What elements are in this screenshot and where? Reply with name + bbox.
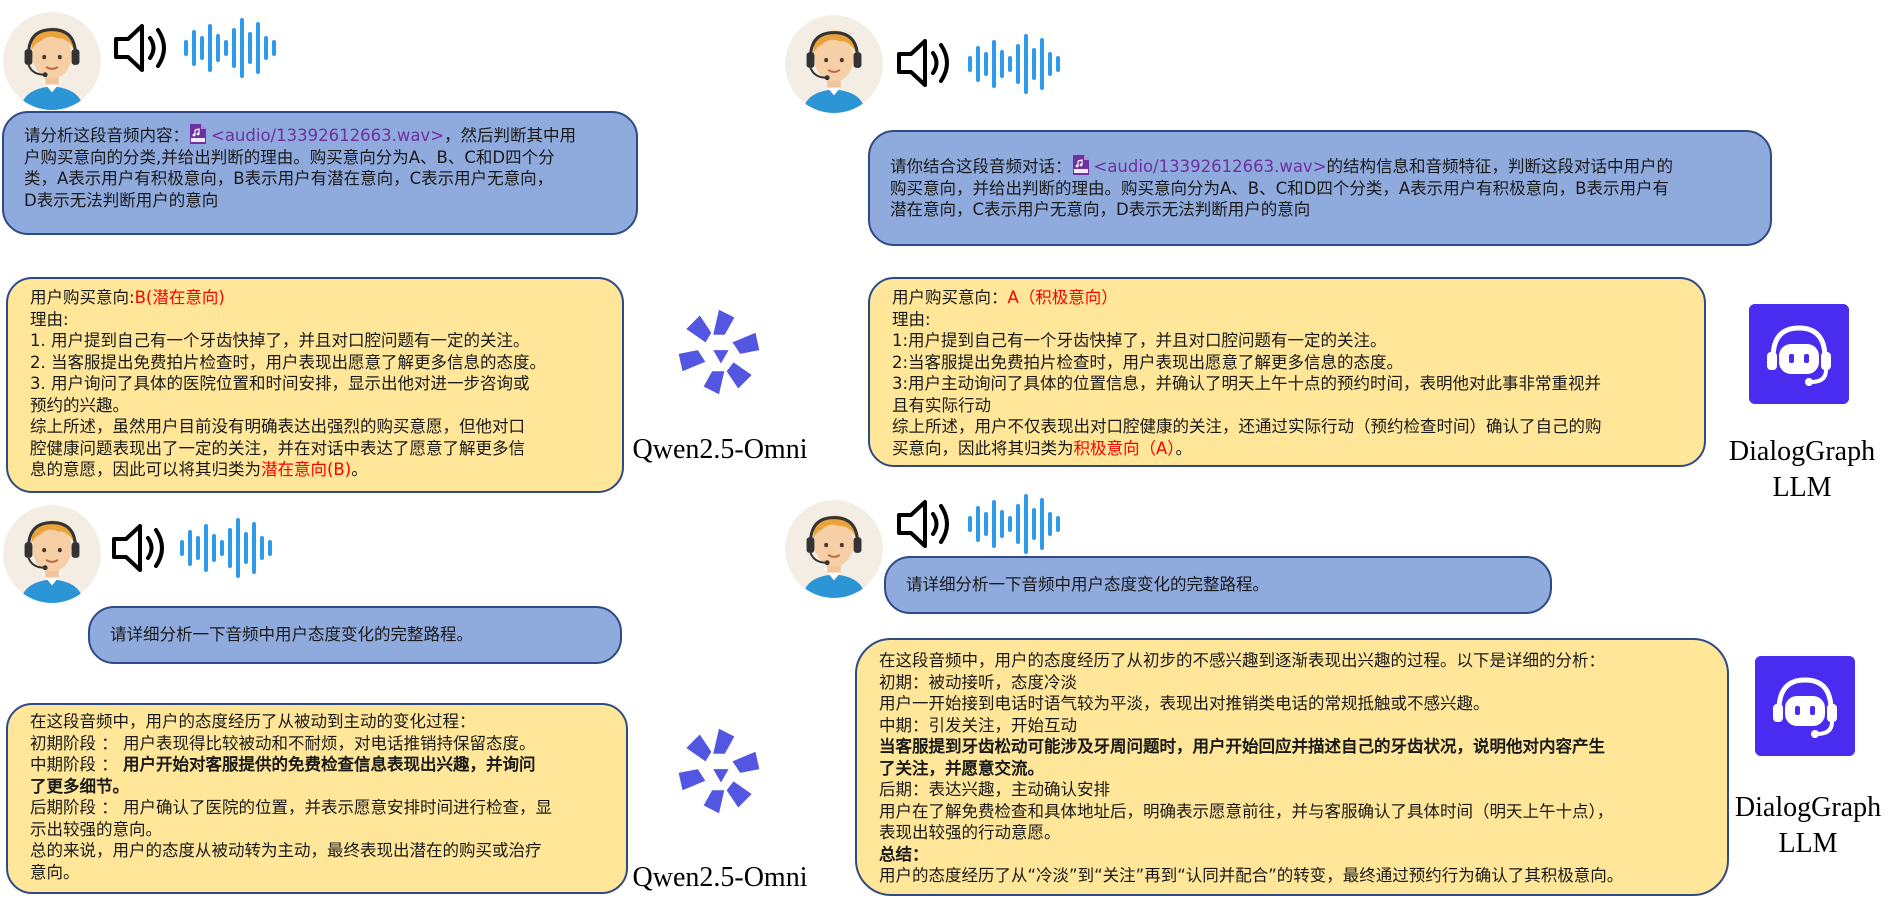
answer-summary-label: 总结：	[879, 844, 929, 864]
question-bubble: 请分析这段音频内容： <audio/13392612663.wav>，然后判断其中…	[2, 111, 638, 235]
dialoggraph-logo-icon	[1755, 656, 1855, 756]
answer-line: 且有实际行动	[892, 395, 991, 415]
question-prefix: 请你结合这段音频对话：	[890, 157, 1072, 176]
answer-line: 表现出较强的行动意愿。	[879, 823, 1061, 842]
answer-line: 综上所述，用户不仅表现出对口腔健康的关注，还通过实际行动（预约检查时间）确认了自…	[892, 417, 1602, 436]
model-label-dialoggraph: DialogGraph LLM	[1720, 790, 1896, 862]
speaker-icon[interactable]	[110, 520, 170, 576]
speaker-icon[interactable]	[895, 496, 955, 552]
audio-waveform-icon[interactable]	[178, 518, 278, 578]
intent-label: 用户购买意向：	[892, 288, 1008, 307]
answer-line: 总的来说，用户的态度从被动转为主动，最终表现出潜在的购买或治疗	[30, 841, 542, 860]
answer-line: 1. 用户提到自己有一个牙齿快掉了，并且对口腔问题有一定的关注。	[30, 331, 530, 350]
answer-line: 初期阶段 ： 用户表现得比较被动和不耐烦，对电话推销持保留态度。	[30, 733, 536, 753]
question-bubble: 请你结合这段音频对话： <audio/13392612663.wav>的结构信息和…	[868, 130, 1772, 246]
dialoggraph-logo-icon	[1749, 304, 1849, 404]
answer-bold: 当客服提到牙齿松动可能涉及牙周问题时，用户开始回应并描述自己的牙齿状况，说明他对…	[879, 737, 1605, 756]
speaker-icon[interactable]	[112, 20, 172, 76]
model-label-line: DialogGraph	[1728, 436, 1876, 467]
answer-bubble: 在这段音频中，用户的态度经历了从初步的不感兴趣到逐渐表现出兴趣的过程。以下是详细…	[855, 638, 1729, 896]
speaker-icon[interactable]	[895, 35, 955, 91]
question-line: 潜在意向，C表示用户无意向，D表示无法判断用户的意向	[890, 200, 1311, 219]
answer-line: 用户的态度经历了从“冷淡”到“关注”再到“认同并配合”的转变，最终通过预约行为确…	[879, 866, 1624, 885]
model-label-dialoggraph: DialogGraph LLM	[1714, 434, 1890, 506]
answer-bubble: 用户购买意向：A（积极意向） 理由: 1:用户提到自己有一个牙齿快掉了，并且对口…	[868, 277, 1706, 467]
audio-file-link[interactable]: <audio/13392612663.wav>	[1094, 157, 1327, 176]
answer-line: 后期：表达兴趣，主动确认安排	[879, 780, 1110, 799]
wav-file-icon[interactable]	[189, 123, 207, 145]
model-label-line: LLM	[1778, 828, 1838, 859]
answer-line: 示出较强的意向。	[30, 819, 162, 839]
answer-last-suffix: 。	[1175, 438, 1193, 458]
answer-line: 3:用户主动询问了具体的位置信息，并确认了明天上午十点的预约时间，表明他对此事非…	[892, 374, 1602, 393]
audio-file-link[interactable]: <audio/13392612663.wav>	[211, 126, 444, 145]
model-label-line: LLM	[1772, 472, 1832, 503]
question-line1-suffix: ，然后判断其中用	[444, 126, 577, 145]
question-line: 户购买意向的分类,并给出判断的理由。购买意向分为A、B、C和D四个分	[24, 147, 555, 167]
intent-label: 用户购买意向:	[30, 288, 135, 307]
answer-line: 2:当客服提出免费拍片检查时，用户表现出愿意了解更多信息的态度。	[892, 352, 1404, 372]
agent-avatar-icon	[3, 505, 101, 603]
model-label-qwen: Qwen2.5-Omni	[632, 862, 808, 893]
question-prefix: 请分析这段音频内容：	[24, 126, 189, 145]
intent-value: A（积极意向）	[1007, 288, 1118, 307]
answer-line: 中期：引发关注，开始互动	[879, 715, 1077, 735]
answer-line: 意向。	[30, 862, 80, 882]
question-bubble: 请详细分析一下音频中用户态度变化的完整路程。	[884, 556, 1552, 614]
answer-last-suffix: 。	[351, 460, 368, 479]
question-text: 请详细分析一下音频中用户态度变化的完整路程。	[906, 575, 1269, 594]
answer-line: 理由:	[30, 309, 69, 329]
qwen-logo-icon	[671, 304, 767, 400]
answer-line: 用户一开始接到电话时语气较为平淡，表现出对推销类电话的常规抵触或不感兴趣。	[879, 694, 1490, 713]
answer-stage-label: 中期阶段 ：	[30, 755, 123, 774]
answer-line: 预约的兴趣。	[30, 395, 129, 415]
answer-bubble: 在这段音频中，用户的态度经历了从被动到主动的变化过程： 初期阶段 ： 用户表现得…	[6, 703, 628, 894]
agent-avatar-icon	[3, 12, 101, 110]
qwen-logo-icon	[671, 723, 767, 819]
question-line1-suffix: 的结构信息和音频特征，判断这段对话中用户的	[1326, 157, 1674, 176]
answer-last-red: 潜在意向(B)	[261, 460, 352, 479]
agent-avatar-icon	[785, 15, 883, 113]
answer-line: 后期阶段 ： 用户确认了医院的位置，并表示愿意安排时间进行检查，显	[30, 798, 552, 817]
model-label-qwen: Qwen2.5-Omni	[632, 434, 808, 465]
wav-file-icon[interactable]	[1072, 154, 1090, 176]
answer-line: 在这段音频中，用户的态度经历了从被动到主动的变化过程：	[30, 712, 476, 731]
answer-line: 腔健康问题表现出了一定的关注，并在对话中表达了愿意了解更多信	[30, 438, 525, 458]
answer-bold: 了更多细节。	[30, 776, 129, 796]
intent-value: B(潜在意向)	[134, 288, 225, 307]
answer-line: 在这段音频中，用户的态度经历了从初步的不感兴趣到逐渐表现出兴趣的过程。以下是详细…	[879, 651, 1605, 670]
question-line: 类，A表示用户有积极意向，B表示用户有潜在意向，C表示用户无意向，	[24, 169, 554, 188]
answer-bold: 了关注，并愿意交流。	[879, 758, 1044, 778]
answer-line: 1:用户提到自己有一个牙齿快掉了，并且对口腔问题有一定的关注。	[892, 331, 1387, 350]
answer-last-prefix: 息的意愿，因此可以将其归类为	[30, 460, 261, 479]
answer-line: 2. 当客服提出免费拍片检查时，用户表现出愿意了解更多信息的态度。	[30, 352, 546, 372]
audio-waveform-icon[interactable]	[182, 18, 282, 78]
answer-bubble: 用户购买意向:B(潜在意向) 理由: 1. 用户提到自己有一个牙齿快掉了，并且对…	[6, 277, 624, 493]
question-line: D表示无法判断用户的意向	[24, 190, 219, 210]
model-label-line: DialogGraph	[1734, 792, 1882, 823]
audio-waveform-icon[interactable]	[966, 494, 1066, 554]
question-line: 购买意向，并给出判断的理由。购买意向分为A、B、C和D四个分类，A表示用户有积极…	[890, 178, 1669, 198]
answer-line: 用户在了解免费检查和具体地址后，明确表示愿意前往，并与客服确认了具体时间（明天上…	[879, 801, 1614, 821]
answer-last-red: 积极意向（A）	[1073, 438, 1176, 458]
answer-line: 综上所述，虽然用户目前没有明确表达出强烈的购买意愿，但他对口	[30, 417, 525, 436]
audio-waveform-icon[interactable]	[966, 34, 1066, 94]
answer-line: 初期：被动接听，态度冷淡	[879, 672, 1077, 692]
answer-last-prefix: 买意向，因此将其归类为	[892, 438, 1074, 458]
question-bubble: 请详细分析一下音频中用户态度变化的完整路程。	[88, 606, 622, 664]
answer-line: 理由:	[892, 309, 931, 329]
answer-bold: 用户开始对客服提供的免费检查信息表现出兴趣，并询问	[123, 755, 536, 774]
agent-avatar-icon	[785, 500, 883, 598]
answer-line: 3. 用户询问了具体的医院位置和时间安排，显示出他对进一步咨询或	[30, 374, 530, 393]
question-text: 请详细分析一下音频中用户态度变化的完整路程。	[110, 625, 473, 644]
